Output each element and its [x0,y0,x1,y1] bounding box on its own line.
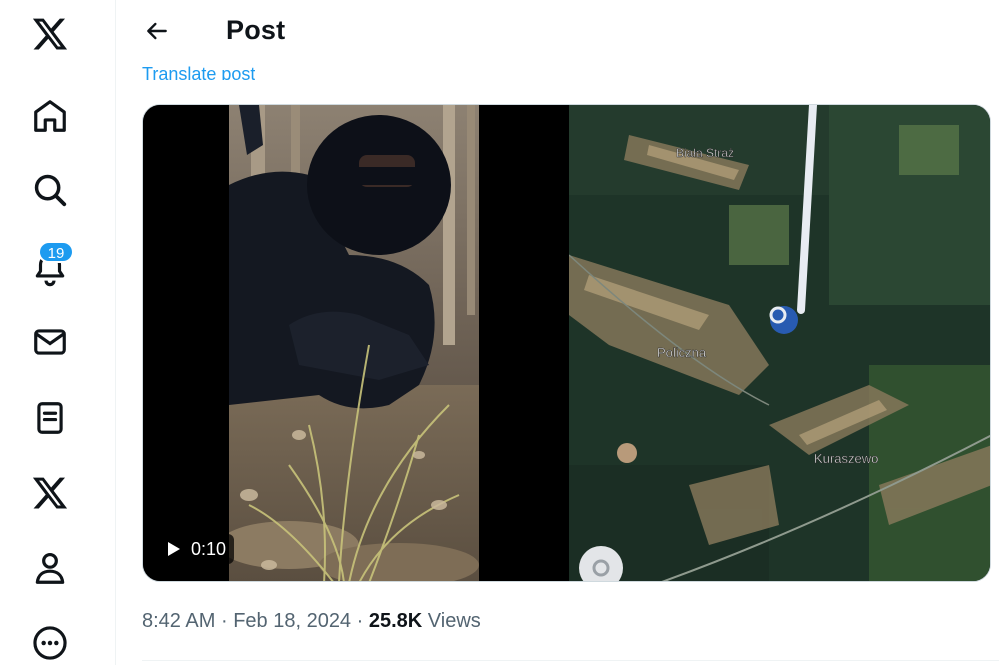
map-label-policzna: Policzna [657,345,707,360]
arrow-left-icon [147,22,167,40]
left-nav: 19 [0,0,116,665]
more-icon [33,626,67,660]
home-icon [34,100,66,132]
map-frame-image: Biała Straż Policzna Kuraszewo [569,105,990,581]
video-player[interactable]: 0:10 [143,105,566,581]
lists-icon [37,402,63,434]
nav-explore[interactable] [22,162,78,218]
map-label-biala-straz: Biała Straż [676,146,734,160]
play-icon [168,542,180,556]
translate-post-label: Translate post [142,64,256,80]
page-title: Post [226,15,286,45]
separator-dot: · [220,610,228,632]
post-header: Post [117,0,999,62]
views-count: 25.8K [368,610,423,632]
map-video-player[interactable]: Biała Straż Policzna Kuraszewo [569,105,990,581]
nav-more[interactable] [22,615,78,671]
nav-messages[interactable] [22,314,78,370]
views-label: Views [427,610,481,632]
back-button[interactable] [137,11,177,51]
map-label-kuraszewo: Kuraszewo [814,451,878,466]
divider [142,660,999,661]
nav-profile[interactable] [22,540,78,596]
video-duration-badge: 0:10 [157,534,235,564]
post-metadata: 8:42 AM · Feb 18, 2024 · 25.8K Views [142,610,481,633]
post-time[interactable]: 8:42 AM [142,610,215,632]
video-duration-text: 0:10 [191,538,227,559]
notification-count-badge: 19 [38,241,74,263]
nav-home[interactable] [22,88,78,144]
video-frame-image [229,105,479,581]
x-logo-link[interactable] [22,6,78,62]
mail-icon [34,329,66,355]
translate-post-link[interactable]: Translate post [142,60,255,80]
post-media: 0:10 Biała Straż Policzna Kuraszewo [142,104,991,582]
profile-icon [35,552,65,584]
post-date[interactable]: Feb 18, 2024 [233,610,351,632]
x-logo-icon [32,18,68,50]
separator-dot: · [356,610,364,632]
nav-premium[interactable] [22,465,78,521]
x-premium-icon [32,477,68,509]
nav-lists[interactable] [22,390,78,446]
search-icon [34,174,67,207]
